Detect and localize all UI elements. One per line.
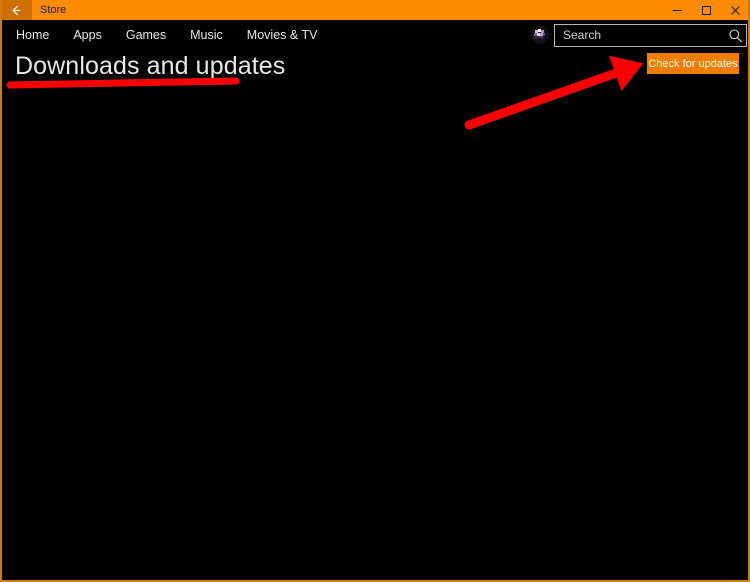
nav-item-home[interactable]: Home [16,28,49,42]
nav-item-movies-and-tv[interactable]: Movies & TV [247,28,318,42]
search-box[interactable] [554,24,747,47]
search-magnifier-icon [728,28,743,43]
search-button[interactable] [724,25,746,46]
back-arrow-icon [10,4,23,17]
user-avatar-icon [531,26,549,44]
close-icon [730,5,741,16]
close-button[interactable] [721,0,748,20]
maximize-button[interactable] [692,0,721,20]
title-bar: Store [2,0,748,20]
check-for-updates-button[interactable]: Check for updates [647,53,739,74]
store-window: Store Home Apps Games Music Movies & TV … [0,0,750,582]
window-controls [663,0,748,20]
maximize-icon [701,5,712,16]
red-arrow-head-annotation [609,55,644,91]
red-underline-annotation [6,77,240,89]
window-title: Store [40,4,67,16]
nav-item-games[interactable]: Games [126,28,166,42]
minimize-icon [672,5,683,16]
downloads-list-area [2,90,748,580]
nav-item-music[interactable]: Music [190,28,223,42]
account-avatar[interactable] [531,26,549,44]
minimize-button[interactable] [663,0,692,20]
search-input[interactable] [555,25,724,46]
nav-item-apps[interactable]: Apps [73,28,102,42]
page-title: Downloads and updates [15,52,286,80]
back-button[interactable] [2,0,32,20]
